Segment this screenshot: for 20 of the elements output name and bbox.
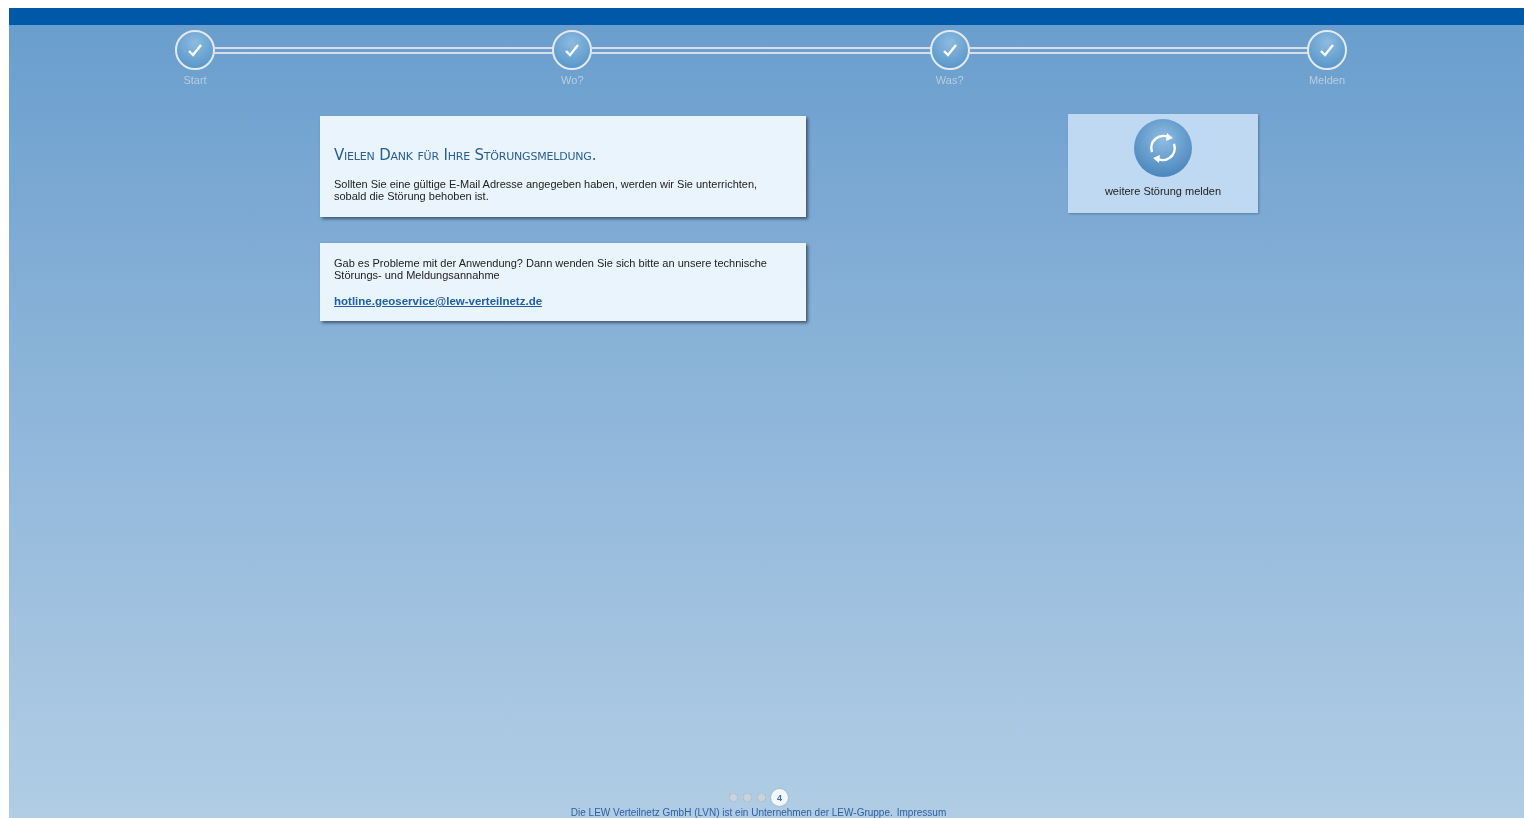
thanks-text: Sollten Sie eine gültige E-Mail Adresse angegeben haben, werden wir Sie unterrichten, sobald die Störung behoben ist. xyxy=(334,178,759,202)
help-text: Gab es Probleme mit der Anwendung? Dann wenden Sie sich bitte an unsere technische Störungs- und Meldungsannahme xyxy=(334,257,768,281)
check-icon xyxy=(187,43,203,57)
imprint-link[interactable]: Impressum xyxy=(896,807,947,818)
footer-text: Die LEW Verteilnetz GmbH (LVN) ist ein Unternehmen der LEW-Gruppe. xyxy=(570,807,893,818)
new-report-button[interactable]: weitere Störung melden xyxy=(1068,114,1258,213)
page-dot[interactable]: 4 xyxy=(771,789,788,806)
step-label: Melden xyxy=(1308,74,1345,86)
refresh-icon xyxy=(1134,119,1192,177)
email-link[interactable]: hotline.geoservice@lew-verteilnetz.de xyxy=(334,295,543,307)
step-label: Was? xyxy=(935,74,964,86)
page-dot[interactable] xyxy=(757,793,766,802)
step-label: Start xyxy=(183,74,207,86)
check-icon xyxy=(1319,43,1335,57)
step-label: Wo? xyxy=(561,74,584,86)
page-dot[interactable] xyxy=(729,793,738,802)
page-dot[interactable] xyxy=(743,793,752,802)
thanks-title: Vielen Dank für Ihre Störungsmeldung. xyxy=(334,146,598,164)
check-icon xyxy=(941,43,958,57)
check-icon xyxy=(564,43,581,57)
